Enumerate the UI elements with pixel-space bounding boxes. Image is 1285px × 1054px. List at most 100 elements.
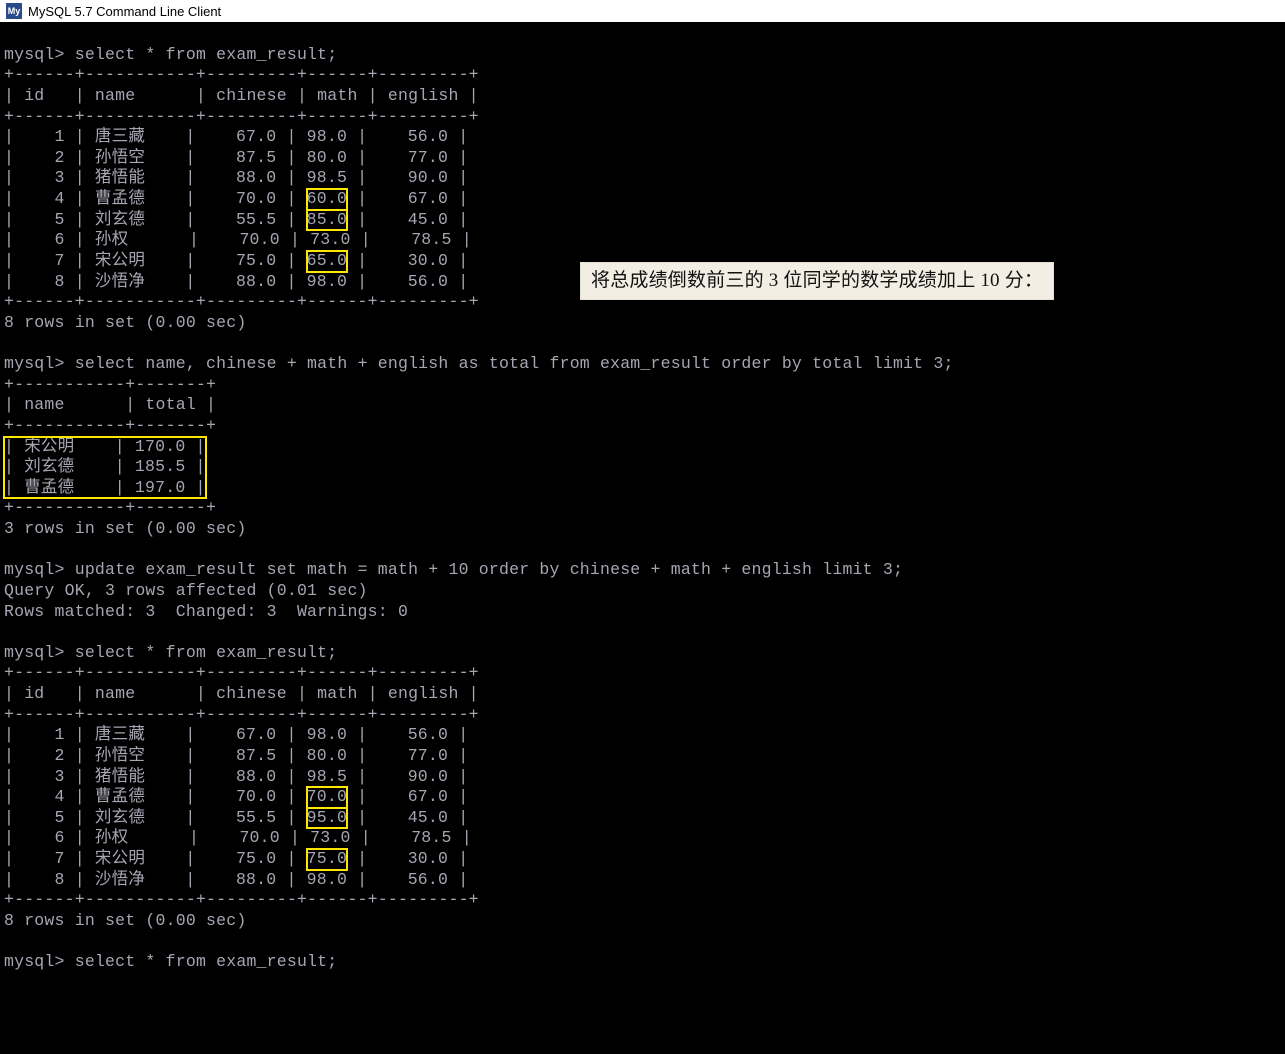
table-row: | 3 | 猪悟能 | 88.0 | 98.5 | 90.0 | xyxy=(4,767,1281,788)
cell-name: 猪悟能 xyxy=(95,168,175,187)
table-sep: +------+-----------+---------+------+---… xyxy=(4,705,479,724)
cell-math: 80.0 xyxy=(307,148,347,167)
table-row: | 2 | 孙悟空 | 87.5 | 80.0 | 77.0 | xyxy=(4,148,1281,169)
mysql-prompt: mysql> xyxy=(4,952,75,971)
cell-name: 孙悟空 xyxy=(95,148,175,167)
cell-name: 曹孟德 xyxy=(95,189,175,208)
table-sep: +------+-----------+---------+------+---… xyxy=(4,65,479,84)
cell-name: 孙权 xyxy=(95,230,179,249)
cell-english: | 67.0 | xyxy=(347,787,468,806)
table-row: | 3 | 猪悟能 | 88.0 | 98.5 | 90.0 | xyxy=(4,168,1281,189)
cell-name: 猪悟能 xyxy=(95,767,175,786)
rows-in-set: 8 rows in set (0.00 sec) xyxy=(4,313,246,332)
table-sep: +-----------+-------+ xyxy=(4,375,216,394)
cell-english: | 30.0 | xyxy=(347,251,468,270)
table-sep: +------+-----------+---------+------+---… xyxy=(4,292,479,311)
title-bar: My MySQL 5.7 Command Line Client xyxy=(0,0,1285,22)
blank-line xyxy=(4,932,14,951)
table-row: | 1 | 唐三藏 | 67.0 | 98.0 | 56.0 | xyxy=(4,725,1281,746)
sql-command: select * from exam_result; xyxy=(75,643,338,662)
cell-id: | 6 | xyxy=(4,230,95,249)
table-header: | id | name | chinese | math | english | xyxy=(4,684,479,703)
table-row: | 4 | 曹孟德 | 70.0 | 70.0 | 67.0 | xyxy=(4,787,1281,808)
cell-id: | 8 | xyxy=(4,870,95,889)
table-sep: +-----------+-------+ xyxy=(4,416,216,435)
cell-id: | 5 | xyxy=(4,808,95,827)
cell-english: | 90.0 | xyxy=(347,767,468,786)
mysql-prompt: mysql> xyxy=(4,45,75,64)
cell-name: 孙悟空 xyxy=(95,746,175,765)
table-sep: +-----------+-------+ xyxy=(4,498,216,517)
cell-id: | 1 | xyxy=(4,725,95,744)
cell-math: 98.0 xyxy=(307,725,347,744)
cell-chinese: | 70.0 | xyxy=(175,787,306,806)
cell-id: | 2 | xyxy=(4,746,95,765)
table-row: | 5 | 刘玄德 | 55.5 | 85.0 | 45.0 | xyxy=(4,210,1281,231)
cell-id: | 4 | xyxy=(4,189,95,208)
cell-english: | 78.5 | xyxy=(351,828,472,847)
cell-english: | 45.0 | xyxy=(347,808,468,827)
cell-chinese: | 88.0 | xyxy=(175,272,306,291)
cell: | 曹孟德 | 197.0 | xyxy=(4,478,206,497)
rows-in-set: 8 rows in set (0.00 sec) xyxy=(4,911,246,930)
cell-chinese: | 67.0 | xyxy=(175,725,306,744)
table-row: | 2 | 孙悟空 | 87.5 | 80.0 | 77.0 | xyxy=(4,746,1281,767)
terminal-area[interactable]: mysql> select * from exam_result;+------… xyxy=(0,22,1285,1054)
table-row: | 曹孟德 | 197.0 | xyxy=(4,478,206,499)
cell-name: 刘玄德 xyxy=(95,808,175,827)
table-row: | 1 | 唐三藏 | 67.0 | 98.0 | 56.0 | xyxy=(4,127,1281,148)
cell-math: 70.0 xyxy=(307,787,347,808)
cell-id: | 7 | xyxy=(4,251,95,270)
table-header: | id | name | chinese | math | english | xyxy=(4,86,479,105)
table-row: | 刘玄德 | 185.5 | xyxy=(4,457,206,478)
annotation-note: 将总成绩倒数前三的 3 位同学的数学成绩加上 10 分： xyxy=(580,262,1054,300)
window-title: MySQL 5.7 Command Line Client xyxy=(28,4,221,19)
cell-english: | 56.0 | xyxy=(347,870,468,889)
cell-english: | 56.0 | xyxy=(347,725,468,744)
cell-english: | 67.0 | xyxy=(347,189,468,208)
mysql-icon: My xyxy=(6,3,22,19)
cell-chinese: | 55.5 | xyxy=(175,210,306,229)
sql-command: update exam_result set math = math + 10 … xyxy=(75,560,903,579)
cell-name: 沙悟净 xyxy=(95,272,175,291)
cell-id: | 5 | xyxy=(4,210,95,229)
cell-name: 孙权 xyxy=(95,828,179,847)
cell-id: | 2 | xyxy=(4,148,95,167)
cell-name: 唐三藏 xyxy=(95,127,175,146)
cell-math: 75.0 xyxy=(307,849,347,870)
cell-name: 刘玄德 xyxy=(95,210,175,229)
cell-math: 98.5 xyxy=(307,168,347,187)
table-sep: +------+-----------+---------+------+---… xyxy=(4,107,479,126)
table-header: | name | total | xyxy=(4,395,216,414)
cell: | 宋公明 | 170.0 | xyxy=(4,437,206,456)
cell-math: 60.0 xyxy=(307,189,347,210)
cell-chinese: | 88.0 | xyxy=(175,767,306,786)
table-sep: +------+-----------+---------+------+---… xyxy=(4,890,479,909)
cell-english: | 45.0 | xyxy=(347,210,468,229)
cell-math: 98.0 xyxy=(307,870,347,889)
sql-command: select name, chinese + math + english as… xyxy=(75,354,954,373)
cell-english: | 90.0 | xyxy=(347,168,468,187)
table-row: | 4 | 曹孟德 | 70.0 | 60.0 | 67.0 | xyxy=(4,189,1281,210)
cell-name: 宋公明 xyxy=(95,849,175,868)
cell-math: 85.0 xyxy=(307,210,347,231)
cell-chinese: | 75.0 | xyxy=(175,849,306,868)
blank-line xyxy=(4,333,14,352)
table-row: | 6 | 孙权 | 70.0 | 73.0 | 78.5 | xyxy=(4,828,1281,849)
cell-chinese: | 70.0 | xyxy=(179,230,310,249)
cell-name: 宋公明 xyxy=(95,251,175,270)
cell-english: | 77.0 | xyxy=(347,148,468,167)
blank-line xyxy=(4,540,14,559)
cell-chinese: | 87.5 | xyxy=(175,148,306,167)
table-sep: +------+-----------+---------+------+---… xyxy=(4,663,479,682)
cell-id: | 8 | xyxy=(4,272,95,291)
cell-math: 80.0 xyxy=(307,746,347,765)
cell-chinese: | 67.0 | xyxy=(175,127,306,146)
mysql-prompt: mysql> xyxy=(4,643,75,662)
lowest-three-block: | 宋公明 | 170.0 || 刘玄德 | 185.5 || 曹孟德 | 19… xyxy=(4,437,206,499)
cell-id: | 3 | xyxy=(4,168,95,187)
cell-chinese: | 70.0 | xyxy=(175,189,306,208)
cell-id: | 6 | xyxy=(4,828,95,847)
cell-chinese: | 55.5 | xyxy=(175,808,306,827)
cell-math: 98.0 xyxy=(307,127,347,146)
